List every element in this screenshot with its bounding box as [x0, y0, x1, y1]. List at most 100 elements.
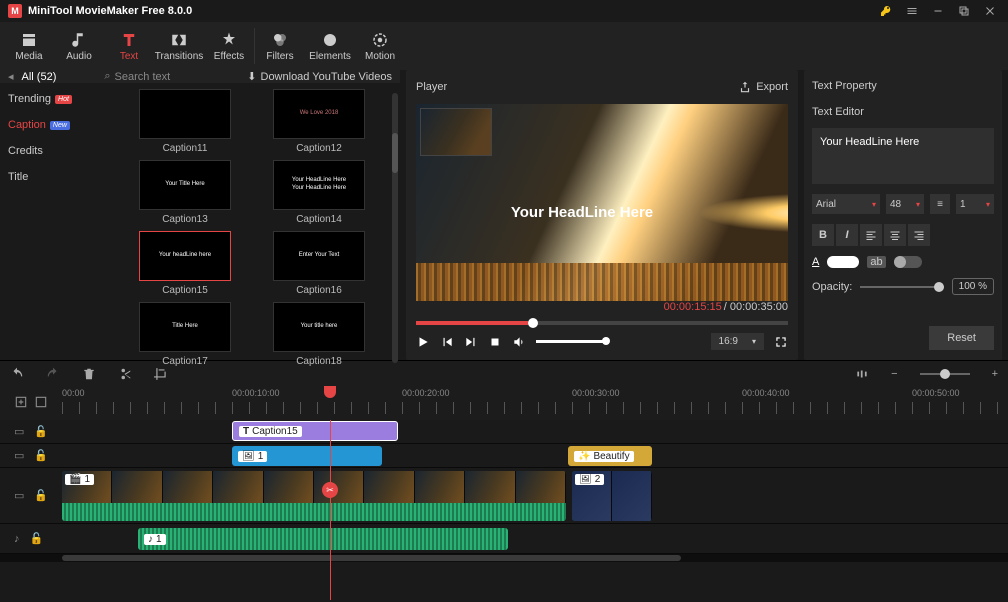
add-track-right-icon[interactable] — [34, 395, 48, 412]
align-right-button[interactable] — [908, 224, 930, 246]
fullscreen-button[interactable] — [774, 335, 788, 349]
text-color-icon[interactable]: A — [812, 256, 819, 268]
lock-icon[interactable]: 🔓 — [30, 532, 44, 545]
close-button[interactable] — [980, 1, 1000, 21]
thumb-caption15[interactable]: Your headLine hereCaption15 — [126, 231, 244, 296]
stop-button[interactable] — [488, 335, 502, 349]
highlight-toggle[interactable] — [894, 256, 922, 268]
tab-elements[interactable]: Elements — [305, 22, 355, 70]
search-box[interactable]: ⌕ Search text — [64, 70, 239, 83]
current-time: 00:00:15:15 — [664, 301, 722, 313]
timeline-horizontal-scrollbar[interactable] — [0, 554, 1008, 562]
thumb-caption17[interactable]: Title HereCaption17 — [126, 302, 244, 367]
ruler-tick: 00:00 — [62, 388, 85, 398]
thumb-caption14[interactable]: Your HeadLine Here Your HeadLine HereCap… — [260, 160, 378, 225]
thumb-caption13[interactable]: Your Title HereCaption13 — [126, 160, 244, 225]
tab-transitions[interactable]: Transitions — [154, 22, 204, 70]
thumb-label: Caption16 — [296, 285, 342, 296]
text-editor-input[interactable]: Your HeadLine Here — [812, 128, 994, 184]
redo-button[interactable] — [46, 367, 60, 381]
zoom-in-button[interactable]: + — [992, 368, 998, 380]
lock-icon[interactable]: 🔓 — [34, 449, 48, 462]
library-scrollbar[interactable] — [392, 93, 398, 363]
clip-video2[interactable]: 🖼 2 — [572, 471, 652, 521]
clip-beautify[interactable]: ✨ Beautify — [568, 446, 652, 466]
thumb-caption12[interactable]: We Love 2018Caption12 — [260, 89, 378, 154]
next-button[interactable] — [464, 335, 478, 349]
zoom-out-button[interactable]: − — [891, 368, 897, 380]
bold-button[interactable]: B — [812, 224, 834, 246]
track-type-icon: ▭ — [14, 425, 24, 438]
thumb-label: Caption15 — [162, 285, 208, 296]
chevron-down-icon: ▾ — [872, 200, 876, 209]
align-center-button[interactable] — [884, 224, 906, 246]
crop-button[interactable] — [154, 367, 168, 381]
play-button[interactable] — [416, 335, 430, 349]
zoom-slider[interactable] — [920, 373, 970, 375]
playhead[interactable]: ✂ — [330, 420, 331, 600]
thumb-label: Caption14 — [296, 214, 342, 225]
clip-video1[interactable]: 🎬 1 — [62, 471, 566, 521]
key-icon[interactable] — [876, 1, 896, 21]
thumb-caption11[interactable]: Caption11 — [126, 89, 244, 154]
tab-text[interactable]: Text — [104, 22, 154, 70]
maximize-button[interactable] — [954, 1, 974, 21]
volume-icon[interactable] — [512, 335, 526, 349]
player-progress[interactable] — [416, 321, 788, 325]
sidebar-item-caption[interactable]: CaptionNew — [8, 119, 104, 131]
aspect-select[interactable]: 16:9▾ — [711, 333, 764, 350]
delete-button[interactable] — [82, 367, 96, 381]
prev-button[interactable] — [440, 335, 454, 349]
lineheight-select[interactable]: 1▾ — [956, 194, 994, 214]
tab-audio-label: Audio — [66, 51, 92, 62]
thumb-caption18[interactable]: Your title hereCaption18 — [260, 302, 378, 367]
italic-button[interactable]: I — [836, 224, 858, 246]
download-label: Download YouTube Videos — [261, 71, 393, 83]
timeline-ruler[interactable]: 00:00 00:00:10:00 00:00:20:00 00:00:30:0… — [0, 386, 1008, 420]
split-button[interactable] — [118, 367, 132, 381]
lineheight-icon[interactable]: ≡ — [930, 194, 950, 214]
all-label[interactable]: All (52) — [22, 71, 57, 83]
track-type-icon: ▭ — [14, 449, 24, 462]
highlight-icon[interactable]: ab — [867, 256, 885, 268]
clip-audio1[interactable]: ♪ 1 — [138, 528, 508, 550]
player-viewport[interactable]: Your HeadLine Here — [416, 104, 788, 301]
undo-button[interactable] — [10, 367, 24, 381]
clip-image1[interactable]: 🖼 1 — [232, 446, 382, 466]
scissors-icon[interactable]: ✂ — [322, 482, 338, 498]
text-editor-label: Text Editor — [812, 106, 994, 118]
size-select[interactable]: 48▾ — [886, 194, 924, 214]
category-sidebar: TrendingHot CaptionNew Credits Title — [0, 83, 112, 373]
download-link[interactable]: ⬇ Download YouTube Videos — [247, 70, 392, 83]
tab-audio[interactable]: Audio — [54, 22, 104, 70]
sidebar-item-trending[interactable]: TrendingHot — [8, 93, 104, 105]
tab-filters[interactable]: Filters — [255, 22, 305, 70]
thumb-caption16[interactable]: Enter Your TextCaption16 — [260, 231, 378, 296]
clip-caption15[interactable]: TCaption15 — [232, 421, 398, 441]
align-left-button[interactable] — [860, 224, 882, 246]
font-select[interactable]: Arial▾ — [812, 194, 880, 214]
sidebar-item-title[interactable]: Title — [8, 171, 104, 183]
download-icon: ⬇ — [247, 70, 256, 83]
tab-effects[interactable]: Effects — [204, 22, 254, 70]
thumb-label: Caption11 — [163, 143, 208, 154]
export-button[interactable]: Export — [738, 80, 788, 94]
minimize-button[interactable] — [928, 1, 948, 21]
lock-icon[interactable]: 🔓 — [34, 489, 48, 502]
thumb-label: Caption18 — [296, 356, 342, 367]
ruler-tick: 00:00:20:00 — [402, 388, 450, 398]
tab-media[interactable]: Media — [4, 22, 54, 70]
color-swatch[interactable] — [827, 256, 859, 268]
tab-motion[interactable]: Motion — [355, 22, 405, 70]
back-icon[interactable]: ◂ — [8, 70, 14, 83]
sidebar-item-credits[interactable]: Credits — [8, 145, 104, 157]
menu-icon[interactable] — [902, 1, 922, 21]
add-track-left-icon[interactable] — [14, 395, 28, 412]
playhead-marker[interactable] — [324, 386, 336, 398]
volume-slider[interactable] — [536, 340, 606, 343]
opacity-slider[interactable] — [860, 286, 943, 288]
snap-icon[interactable] — [855, 367, 869, 381]
lock-icon[interactable]: 🔓 — [34, 425, 48, 438]
sidebar-item-label: Caption — [8, 119, 46, 131]
reset-button[interactable]: Reset — [929, 326, 994, 350]
